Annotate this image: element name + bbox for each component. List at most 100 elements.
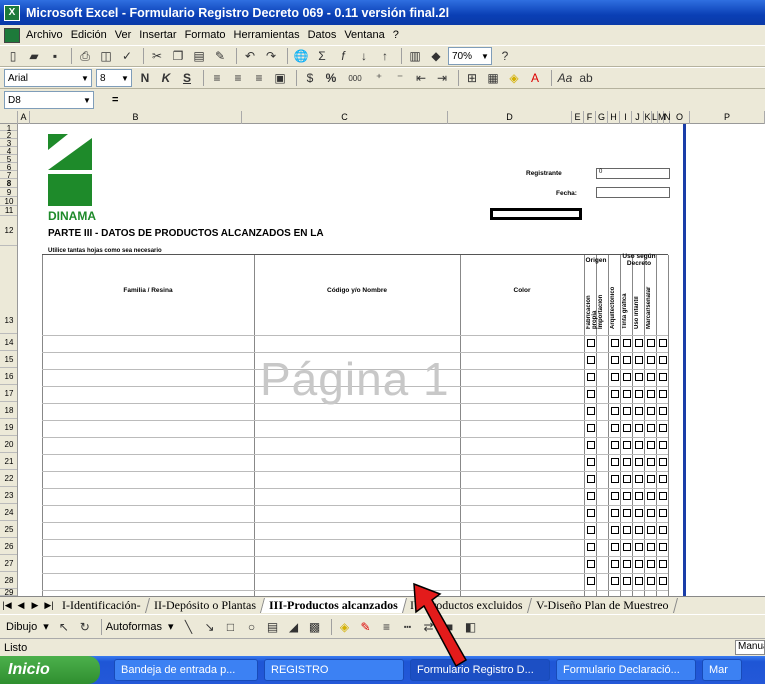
tab-productos-alcanzados[interactable]: III-Productos alcanzados xyxy=(260,598,407,613)
currency-icon[interactable]: $ xyxy=(301,69,319,87)
checkbox[interactable] xyxy=(587,492,595,500)
text-style-icon[interactable]: Aa xyxy=(556,69,574,87)
checkbox[interactable] xyxy=(611,356,619,364)
paste-icon[interactable]: ▤ xyxy=(190,47,208,65)
registrante-field[interactable]: 0 xyxy=(596,168,670,179)
checkbox[interactable] xyxy=(623,560,631,568)
checkbox[interactable] xyxy=(587,560,595,568)
row-header[interactable]: 29 xyxy=(0,589,17,596)
row-header[interactable]: 3 xyxy=(0,139,17,148)
checkbox[interactable] xyxy=(587,424,595,432)
checkbox[interactable] xyxy=(647,390,655,398)
cut-icon[interactable]: ✂ xyxy=(148,47,166,65)
increase-indent-icon[interactable]: ⇥ xyxy=(433,69,451,87)
rectangle-icon[interactable]: □ xyxy=(222,618,240,636)
row-header[interactable]: 10 xyxy=(0,197,17,206)
checkbox[interactable] xyxy=(659,424,667,432)
checkbox[interactable] xyxy=(635,424,643,432)
workbook-icon[interactable] xyxy=(4,27,20,43)
checkbox[interactable] xyxy=(635,339,643,347)
checkbox[interactable] xyxy=(659,492,667,500)
save-icon[interactable]: ▪ xyxy=(46,47,64,65)
checkbox[interactable] xyxy=(587,373,595,381)
row-header[interactable]: 17 xyxy=(0,385,17,402)
menu-help[interactable]: ? xyxy=(393,29,399,41)
print-icon[interactable]: ⎙ xyxy=(76,47,94,65)
menu-datos[interactable]: Datos xyxy=(308,29,337,41)
checkbox[interactable] xyxy=(587,577,595,585)
menu-insertar[interactable]: Insertar xyxy=(139,29,176,41)
tab-deposito[interactable]: II-Depósito o Plantas xyxy=(145,598,265,613)
checkbox[interactable] xyxy=(587,543,595,551)
dibujo-menu[interactable]: Dibujo xyxy=(6,621,37,633)
checkbox[interactable] xyxy=(611,373,619,381)
checkbox[interactable] xyxy=(587,356,595,364)
checkbox[interactable] xyxy=(611,543,619,551)
checkbox[interactable] xyxy=(623,356,631,364)
checkbox[interactable] xyxy=(623,577,631,585)
checkbox[interactable] xyxy=(659,441,667,449)
spelling-icon[interactable]: ✓ xyxy=(118,47,136,65)
function-icon[interactable]: f xyxy=(334,47,352,65)
row-header[interactable]: 19 xyxy=(0,419,17,436)
new-icon[interactable]: ▯ xyxy=(4,47,22,65)
underline-button[interactable]: S xyxy=(178,69,196,87)
checkbox[interactable] xyxy=(635,509,643,517)
checkbox[interactable] xyxy=(623,475,631,483)
task-word[interactable]: Mar xyxy=(702,659,742,681)
checkbox[interactable] xyxy=(611,492,619,500)
checkbox[interactable] xyxy=(647,424,655,432)
drawing-icon[interactable]: ◆ xyxy=(427,47,445,65)
checkbox[interactable] xyxy=(635,407,643,415)
checkbox[interactable] xyxy=(659,407,667,415)
checkbox[interactable] xyxy=(587,458,595,466)
italic-button[interactable]: K xyxy=(157,69,175,87)
wordart-icon[interactable]: ◢ xyxy=(285,618,303,636)
row-header[interactable]: 13 xyxy=(0,246,17,334)
row-header[interactable]: 21 xyxy=(0,453,17,470)
checkbox[interactable] xyxy=(623,424,631,432)
zoom-select[interactable]: 70% ▼ xyxy=(448,47,492,65)
row-header[interactable]: 18 xyxy=(0,402,17,419)
fecha-field[interactable] xyxy=(596,187,670,198)
row-header[interactable]: 24 xyxy=(0,504,17,521)
decrease-decimal-icon[interactable]: ⁻ xyxy=(391,69,409,87)
start-button[interactable]: Inicio xyxy=(0,656,100,684)
fill-color-icon[interactable]: ◈ xyxy=(505,69,523,87)
help-icon[interactable]: ? xyxy=(496,47,514,65)
checkbox[interactable] xyxy=(659,509,667,517)
checkbox[interactable] xyxy=(635,441,643,449)
name-box[interactable]: D8 ▼ xyxy=(4,91,94,109)
checkbox[interactable] xyxy=(587,441,595,449)
menu-ventana[interactable]: Ventana xyxy=(344,29,384,41)
checkbox[interactable] xyxy=(611,339,619,347)
checkbox[interactable] xyxy=(623,543,631,551)
checkbox[interactable] xyxy=(611,424,619,432)
checkbox[interactable] xyxy=(635,560,643,568)
checkbox[interactable] xyxy=(623,407,631,415)
checkbox[interactable] xyxy=(659,560,667,568)
menu-formato[interactable]: Formato xyxy=(185,29,226,41)
task-outlook[interactable]: Bandeja de entrada p... xyxy=(114,659,258,681)
checkbox[interactable] xyxy=(611,441,619,449)
row-header[interactable]: 22 xyxy=(0,470,17,487)
checkbox[interactable] xyxy=(623,441,631,449)
checkbox[interactable] xyxy=(659,577,667,585)
column-header-f[interactable]: F xyxy=(584,111,596,124)
tab-plan-muestreo[interactable]: V-Diseño Plan de Muestreo xyxy=(527,598,678,613)
row-header[interactable]: 8 xyxy=(0,179,17,188)
active-cell-d8[interactable] xyxy=(490,208,582,220)
rotate-icon[interactable]: ↻ xyxy=(76,618,94,636)
autosum-icon[interactable]: Σ xyxy=(313,47,331,65)
arrow-icon[interactable]: ↘ xyxy=(201,618,219,636)
row-header[interactable]: 2 xyxy=(0,131,17,140)
checkbox[interactable] xyxy=(659,526,667,534)
checkbox[interactable] xyxy=(647,492,655,500)
select-objects-icon[interactable]: ↖ xyxy=(55,618,73,636)
task-formulario-declaracion[interactable]: Formulario Declaració... xyxy=(556,659,696,681)
select-all-button[interactable] xyxy=(0,111,18,124)
row-header[interactable]: 14 xyxy=(0,334,17,351)
clipart-icon[interactable]: ▩ xyxy=(306,618,324,636)
row-header[interactable]: 25 xyxy=(0,521,17,538)
next-sheet-icon[interactable]: ▶ xyxy=(28,600,42,611)
